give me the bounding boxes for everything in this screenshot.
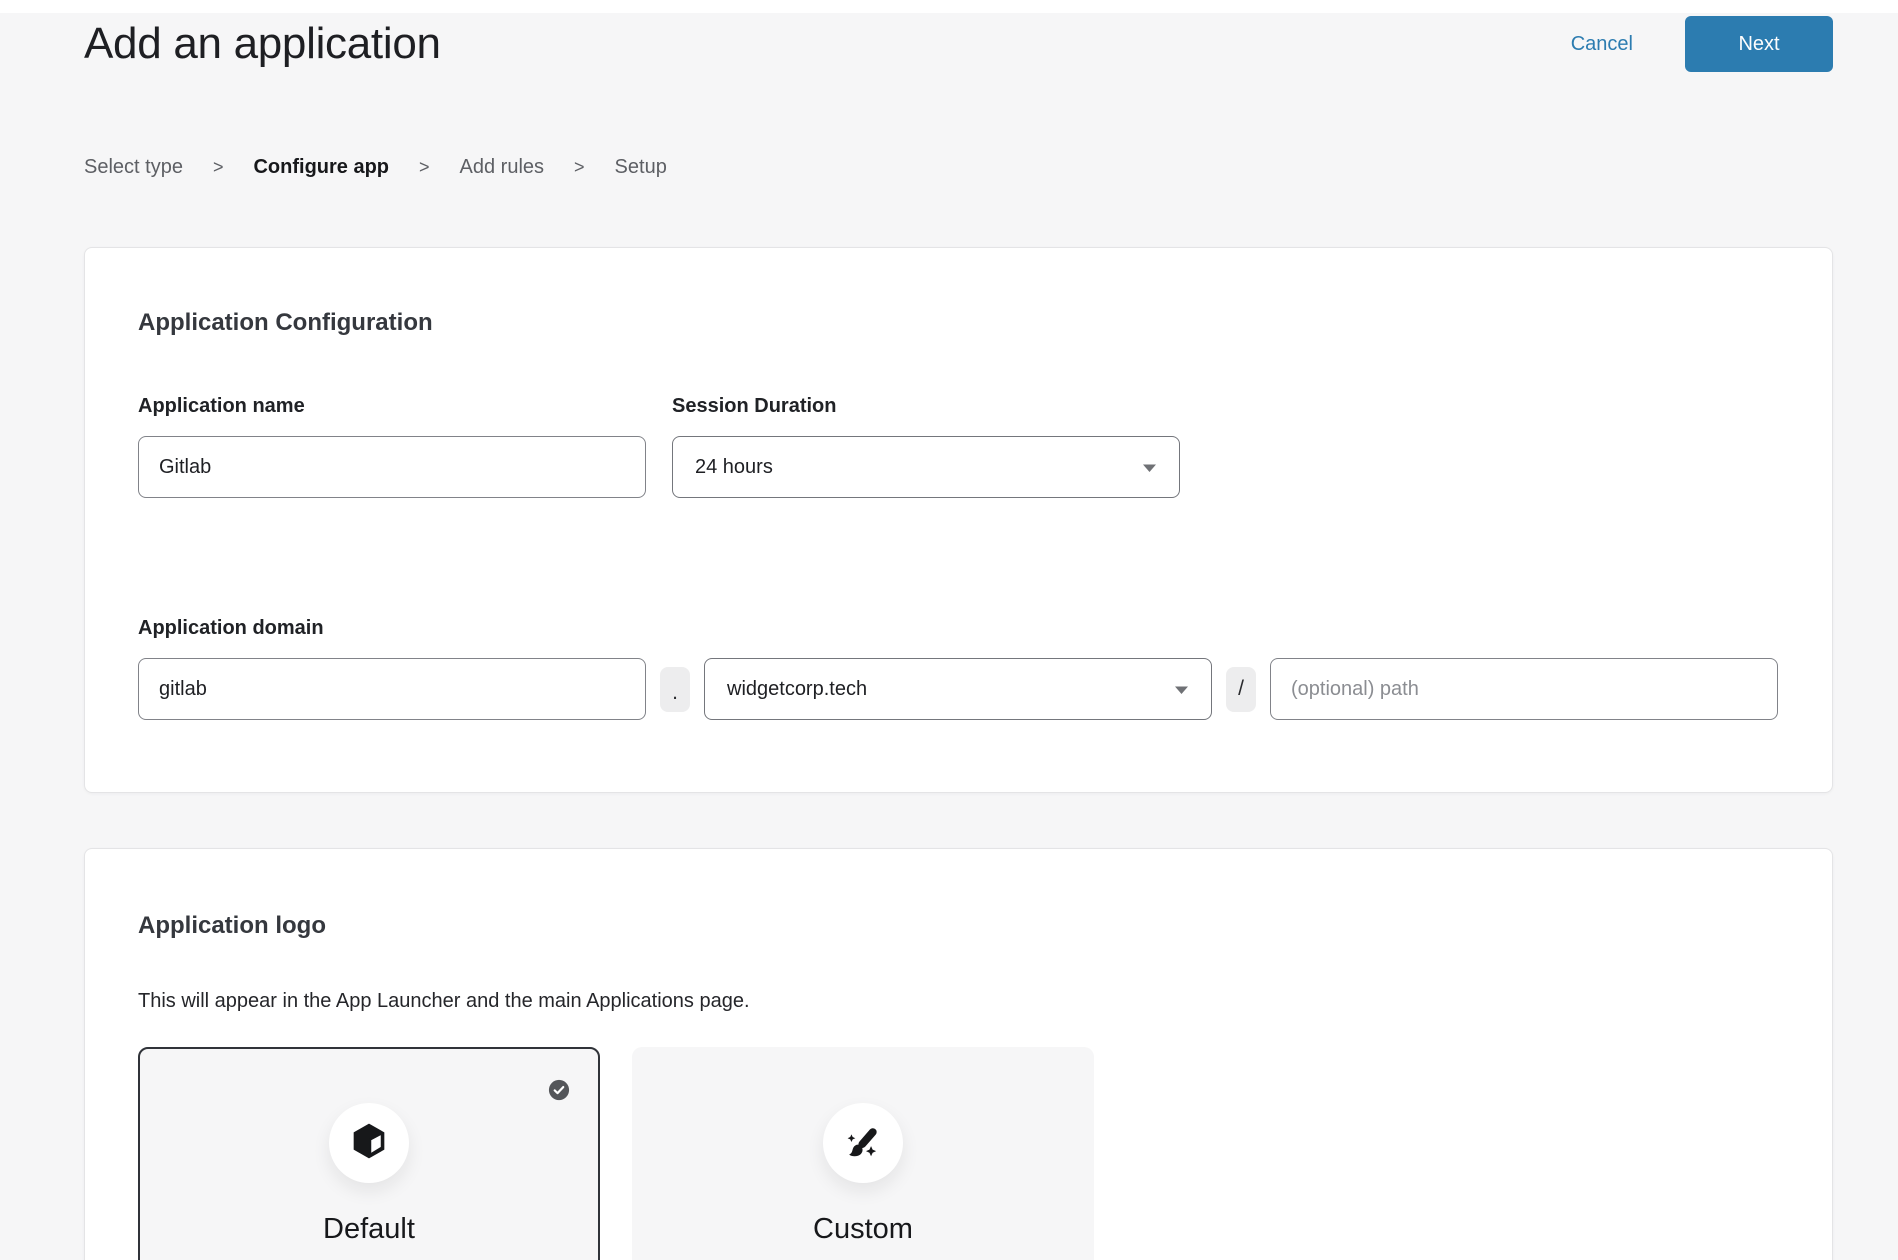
- page-title: Add an application: [84, 16, 441, 72]
- paintbrush-icon: [842, 1120, 884, 1167]
- name-session-row: Application name Session Duration 24 hou…: [138, 394, 1779, 498]
- breadcrumb-step-configure-app[interactable]: Configure app: [253, 156, 389, 179]
- session-duration-value: 24 hours: [695, 456, 773, 479]
- check-icon: [548, 1079, 570, 1101]
- logo-option-custom-label: Custom: [813, 1213, 913, 1246]
- application-name-input[interactable]: [138, 436, 646, 498]
- breadcrumb-step-setup[interactable]: Setup: [615, 156, 667, 179]
- add-application-page: Add an application Cancel Next Select ty…: [0, 0, 1898, 1260]
- cube-icon: [349, 1121, 389, 1166]
- breadcrumb: Select type > Configure app > Add rules …: [84, 156, 1833, 179]
- session-duration-label: Session Duration: [672, 394, 1180, 418]
- subdomain-input[interactable]: [138, 658, 646, 720]
- logo-option-custom[interactable]: Custom: [632, 1047, 1094, 1260]
- logo-option-default[interactable]: Default: [138, 1047, 600, 1260]
- application-domain-label: Application domain: [138, 616, 1779, 640]
- breadcrumb-separator: >: [213, 157, 224, 178]
- domain-select[interactable]: widgetcorp.tech: [704, 658, 1212, 720]
- session-duration-select[interactable]: 24 hours: [672, 436, 1180, 498]
- application-configuration-heading: Application Configuration: [138, 308, 1779, 338]
- application-domain-row: . widgetcorp.tech /: [138, 658, 1779, 720]
- header-actions: Cancel Next: [1571, 16, 1833, 72]
- logo-icon-circle: [823, 1103, 903, 1183]
- logo-icon-circle: [329, 1103, 409, 1183]
- logo-option-tiles: Default Custom: [138, 1047, 1779, 1260]
- application-name-field: Application name: [138, 394, 646, 498]
- application-logo-heading: Application logo: [138, 911, 1779, 941]
- path-input[interactable]: [1270, 658, 1778, 720]
- domain-select-value: widgetcorp.tech: [727, 678, 867, 701]
- breadcrumb-separator: >: [574, 157, 585, 178]
- breadcrumb-step-add-rules[interactable]: Add rules: [460, 156, 545, 179]
- chevron-down-icon: [1174, 678, 1189, 701]
- application-logo-description: This will appear in the App Launcher and…: [138, 989, 1779, 1013]
- application-name-label: Application name: [138, 394, 646, 418]
- cancel-button[interactable]: Cancel: [1571, 33, 1633, 56]
- session-duration-field: Session Duration 24 hours: [672, 394, 1180, 498]
- application-configuration-card: Application Configuration Application na…: [84, 247, 1833, 793]
- breadcrumb-separator: >: [419, 157, 430, 178]
- breadcrumb-step-select-type[interactable]: Select type: [84, 156, 183, 179]
- application-logo-card: Application logo This will appear in the…: [84, 848, 1833, 1260]
- logo-option-default-label: Default: [323, 1213, 415, 1246]
- chevron-down-icon: [1142, 456, 1157, 479]
- dot-separator: .: [660, 667, 690, 712]
- next-button[interactable]: Next: [1685, 16, 1833, 72]
- page-header: Add an application Cancel Next: [84, 0, 1833, 72]
- slash-separator: /: [1226, 667, 1256, 712]
